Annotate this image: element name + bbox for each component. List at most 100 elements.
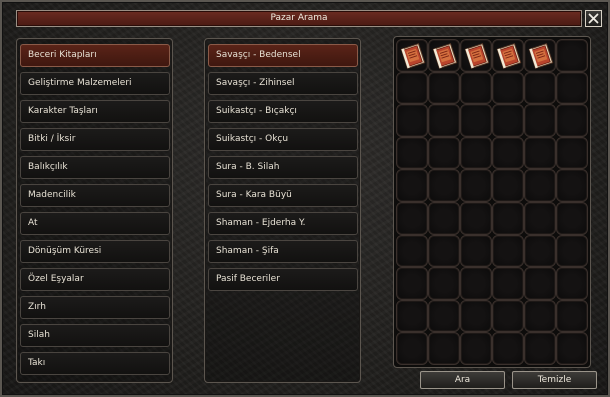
clear-button-label: Temizle [537, 375, 572, 385]
item-slot[interactable] [492, 136, 524, 170]
category-list: Beceri Kitapları Geliştirme Malzemeleri Ka… [20, 44, 170, 380]
item-slot[interactable] [460, 267, 492, 300]
item-slot[interactable] [428, 332, 460, 365]
window-title: Pazar Arama [270, 13, 328, 23]
item-slot[interactable] [460, 234, 492, 268]
item-slot[interactable] [460, 169, 492, 202]
item-grid-panel [393, 36, 591, 368]
close-button[interactable] [585, 10, 602, 27]
item-slot[interactable] [460, 201, 492, 235]
item-slot[interactable] [428, 104, 460, 137]
item-slot[interactable] [428, 267, 460, 300]
item-slot[interactable] [460, 299, 492, 333]
category-item[interactable]: Bitki / İksir [20, 128, 170, 151]
category-item[interactable]: Karakter Taşları [20, 100, 170, 123]
item-slot[interactable] [460, 39, 492, 72]
item-slot[interactable] [492, 234, 524, 268]
subcategory-item[interactable]: Sura - B. Silah [208, 156, 358, 179]
category-item[interactable]: Dönüşüm Küresi [20, 240, 170, 263]
item-slot[interactable] [556, 332, 588, 365]
item-slot[interactable] [428, 136, 460, 170]
subcategory-list: Savaşçı - Bedensel Savaşçı - Zihinsel Suik… [208, 44, 358, 296]
category-item[interactable]: Balıkçılık [20, 156, 170, 179]
item-slot[interactable] [524, 332, 556, 365]
item-slot[interactable] [428, 299, 460, 333]
item-grid [396, 39, 588, 365]
category-panel: Beceri Kitapları Geliştirme Malzemeleri Ka… [16, 38, 173, 383]
item-slot[interactable] [524, 169, 556, 202]
item-slot[interactable] [556, 201, 588, 235]
category-item[interactable]: Özel Eşyalar [20, 268, 170, 291]
item-slot[interactable] [524, 267, 556, 300]
item-slot[interactable] [396, 71, 428, 105]
search-button[interactable]: Ara [420, 371, 505, 389]
category-item[interactable]: Beceri Kitapları [20, 44, 170, 67]
item-slot[interactable] [460, 104, 492, 137]
subcategory-item[interactable]: Sura - Kara Büyü [208, 184, 358, 207]
item-slot[interactable] [460, 332, 492, 365]
title-bar[interactable]: Pazar Arama [16, 10, 582, 27]
item-slot[interactable] [428, 234, 460, 268]
subcategory-panel: Savaşçı - Bedensel Savaşçı - Zihinsel Suik… [204, 38, 361, 383]
item-slot[interactable] [556, 267, 588, 300]
subcategory-item[interactable]: Shaman - Şifa [208, 240, 358, 263]
item-slot[interactable] [428, 169, 460, 202]
item-slot[interactable] [492, 267, 524, 300]
subcategory-item[interactable]: Suikastçı - Okçu [208, 128, 358, 151]
item-slot[interactable] [492, 71, 524, 105]
item-slot[interactable] [396, 169, 428, 202]
item-slot[interactable] [396, 201, 428, 235]
item-slot[interactable] [396, 104, 428, 137]
item-slot[interactable] [556, 299, 588, 333]
search-button-label: Ara [454, 375, 471, 385]
item-slot[interactable] [428, 71, 460, 105]
category-item[interactable]: At [20, 212, 170, 235]
item-slot[interactable] [396, 234, 428, 268]
item-slot[interactable] [524, 201, 556, 235]
skill-book-icon [528, 43, 554, 69]
close-icon [588, 13, 599, 24]
item-slot[interactable] [492, 169, 524, 202]
category-item[interactable]: Zırh [20, 296, 170, 319]
item-slot[interactable] [460, 136, 492, 170]
item-slot[interactable] [492, 299, 524, 333]
item-slot[interactable] [460, 71, 492, 105]
item-slot[interactable] [428, 39, 460, 72]
item-slot[interactable] [524, 39, 556, 72]
item-slot[interactable] [428, 201, 460, 235]
skill-book-icon [496, 43, 522, 69]
item-slot[interactable] [556, 234, 588, 268]
market-search-window: Pazar Arama Beceri Kitapları Geliştirme M… [0, 0, 610, 397]
category-item[interactable]: Madencilik [20, 184, 170, 207]
item-slot[interactable] [492, 201, 524, 235]
item-slot[interactable] [524, 104, 556, 137]
subcategory-item[interactable]: Savaşçı - Bedensel [208, 44, 358, 67]
item-slot[interactable] [396, 299, 428, 333]
item-slot[interactable] [524, 136, 556, 170]
item-slot[interactable] [396, 136, 428, 170]
item-slot[interactable] [492, 332, 524, 365]
category-item[interactable]: Silah [20, 324, 170, 347]
item-slot[interactable] [492, 39, 524, 72]
item-slot[interactable] [396, 267, 428, 300]
skill-book-icon [432, 43, 458, 69]
category-item[interactable]: Geliştirme Malzemeleri [20, 72, 170, 95]
item-slot[interactable] [556, 39, 588, 72]
category-item[interactable]: Takı [20, 352, 170, 375]
item-slot[interactable] [524, 299, 556, 333]
skill-book-icon [464, 43, 490, 69]
subcategory-item[interactable]: Shaman - Ejderha Y. [208, 212, 358, 235]
item-slot[interactable] [524, 71, 556, 105]
item-slot[interactable] [556, 136, 588, 170]
item-slot[interactable] [556, 71, 588, 105]
subcategory-item[interactable]: Savaşçı - Zihinsel [208, 72, 358, 95]
item-slot[interactable] [492, 104, 524, 137]
clear-button[interactable]: Temizle [512, 371, 597, 389]
item-slot[interactable] [556, 169, 588, 202]
item-slot[interactable] [556, 104, 588, 137]
subcategory-item[interactable]: Suikastçı - Bıçakçı [208, 100, 358, 123]
item-slot[interactable] [524, 234, 556, 268]
item-slot[interactable] [396, 332, 428, 365]
subcategory-item[interactable]: Pasif Beceriler [208, 268, 358, 291]
item-slot[interactable] [396, 39, 428, 72]
